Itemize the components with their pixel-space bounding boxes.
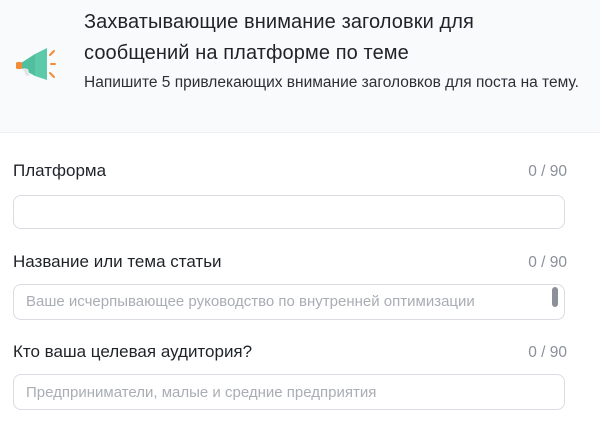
article-topic-scrollbar-thumb[interactable]: [552, 287, 558, 307]
platform-char-counter: 0 / 90: [528, 163, 567, 180]
template-description: Напишите 5 привлекающих внимание заголов…: [84, 74, 579, 91]
target-audience-input[interactable]: [13, 374, 565, 410]
target-audience-label: Кто ваша целевая аудитория?: [13, 342, 253, 361]
article-topic-input[interactable]: [13, 284, 565, 320]
megaphone-icon: [16, 48, 56, 80]
template-header: Захватывающие внимание заголовки для соо…: [0, 0, 600, 133]
template-title: Захватывающие внимание заголовки для соо…: [84, 11, 474, 64]
target-audience-char-counter: 0 / 90: [528, 344, 567, 361]
prompt-form-page: Захватывающие внимание заголовки для соо…: [0, 0, 600, 427]
platform-input[interactable]: [13, 195, 565, 229]
article-topic-char-counter: 0 / 90: [528, 254, 567, 271]
platform-label: Платформа: [13, 161, 107, 180]
article-topic-label: Название или тема статьи: [13, 252, 222, 271]
article-topic-scrollbar[interactable]: [548, 287, 562, 315]
